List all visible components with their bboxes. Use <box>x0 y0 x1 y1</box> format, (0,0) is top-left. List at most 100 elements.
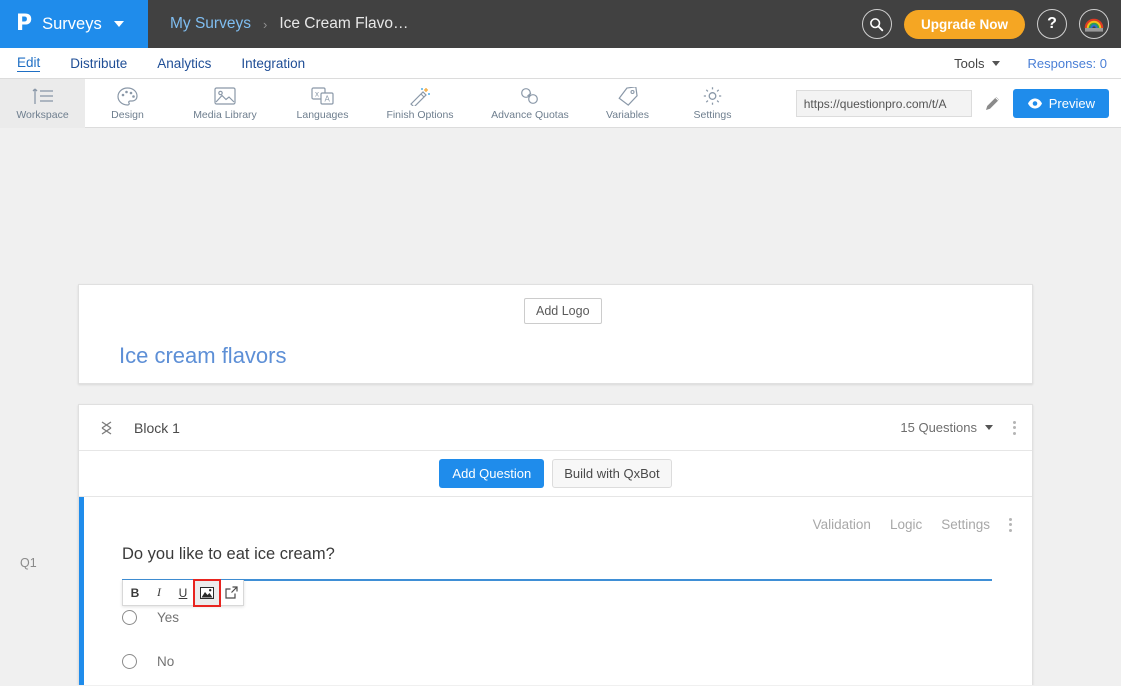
toolbar-item-media-library[interactable]: Media Library <box>170 79 280 128</box>
toolbar-item-settings[interactable]: Settings <box>670 79 755 128</box>
option-row-yes[interactable]: Yes <box>122 610 179 625</box>
top-bar: P Surveys My Surveys › Ice Cream Flavo… … <box>0 0 1121 48</box>
question-number-column <box>0 128 78 685</box>
svg-text:x: x <box>315 90 319 99</box>
insert-link-icon[interactable] <box>219 581 243 605</box>
palette-icon <box>117 86 138 106</box>
help-icon[interactable]: ? <box>1037 9 1067 39</box>
editor-toolbar: Workspace Design Media Library xA Langua… <box>0 79 1121 128</box>
insert-image-icon[interactable] <box>193 578 221 607</box>
breadcrumb: My Surveys › Ice Cream Flavo… <box>170 15 409 33</box>
question-text-underline <box>122 579 992 581</box>
add-question-button-top[interactable]: Add Question <box>439 459 545 488</box>
question-text[interactable]: Do you like to eat ice cream? <box>122 545 335 564</box>
block-title[interactable]: Block 1 <box>134 420 180 436</box>
toolbar-label-design: Design <box>111 109 144 121</box>
svg-text:A: A <box>325 95 331 104</box>
gear-icon <box>702 86 723 106</box>
toolbar-label-settings: Settings <box>693 109 732 121</box>
option-label-no[interactable]: No <box>157 654 174 669</box>
option-add-links: Add Option | Add Other | Add N/A Option <box>156 683 399 685</box>
toolbar-item-workspace[interactable]: Workspace <box>0 79 85 128</box>
avatar[interactable] <box>1079 9 1109 39</box>
top-bar-actions: Upgrade Now ? <box>861 0 1109 48</box>
question-logic-button[interactable]: Logic <box>890 517 922 532</box>
link-separator-1: | <box>227 683 231 685</box>
toolbar-label-languages: Languages <box>296 109 349 121</box>
chevron-down-icon <box>991 60 1000 66</box>
block-card: Block 1 15 Questions Add Question Build … <box>78 404 1033 685</box>
tools-menu[interactable]: Tools <box>954 55 1000 71</box>
tab-distribute[interactable]: Distribute <box>70 56 127 71</box>
option-label-yes[interactable]: Yes <box>157 610 179 625</box>
question-number-label: Q1 <box>20 556 37 570</box>
add-other-link[interactable]: Add Other <box>234 683 296 685</box>
radio-button-yes[interactable] <box>122 610 137 625</box>
translate-icon: xA <box>311 86 334 106</box>
survey-url-field[interactable]: https://questionpro.com/t/A <box>795 90 972 117</box>
tab-integration[interactable]: Integration <box>241 56 305 71</box>
workspace-icon <box>32 86 54 106</box>
block-kebab-menu-icon[interactable] <box>1013 420 1016 435</box>
survey-title[interactable]: Ice cream flavors <box>119 343 287 369</box>
breadcrumb-current-survey[interactable]: Ice Cream Flavo… <box>279 15 408 33</box>
image-icon <box>214 86 236 106</box>
survey-canvas: Q1 Add Logo Ice cream flavors Block 1 15… <box>0 128 1121 685</box>
pencil-icon[interactable] <box>983 94 1002 113</box>
toolbar-item-design[interactable]: Design <box>85 79 170 128</box>
question-validation-button[interactable]: Validation <box>813 517 871 532</box>
question-settings-button[interactable]: Settings <box>941 517 990 532</box>
tab-analytics[interactable]: Analytics <box>157 56 211 71</box>
chevron-down-icon <box>985 425 993 430</box>
tools-label: Tools <box>954 55 985 71</box>
search-icon[interactable] <box>861 9 892 39</box>
tab-edit[interactable]: Edit <box>17 55 41 72</box>
chain-link-icon <box>519 86 541 106</box>
add-na-option-link[interactable]: Add N/A Option <box>306 683 399 685</box>
italic-icon[interactable]: I <box>147 581 171 605</box>
preview-label: Preview <box>1048 96 1095 111</box>
toolbar-label-media-library: Media Library <box>193 109 257 121</box>
eye-icon <box>1027 98 1043 109</box>
toolbar-label-finish-options: Finish Options <box>386 109 454 121</box>
responses-count[interactable]: Responses: 0 <box>1028 56 1108 71</box>
radio-button-no[interactable] <box>122 654 137 669</box>
preview-button[interactable]: Preview <box>1012 89 1109 118</box>
toolbar-label-variables: Variables <box>606 109 649 121</box>
build-with-qxbot-button-top[interactable]: Build with QxBot <box>552 459 672 488</box>
app-root: P Surveys My Surveys › Ice Cream Flavo… … <box>0 0 1121 686</box>
toolbar-label-workspace: Workspace <box>16 109 69 121</box>
main-nav-tabs: Edit Distribute Analytics Integration To… <box>0 48 1121 79</box>
block-question-count[interactable]: 15 Questions <box>900 420 993 435</box>
bold-icon[interactable]: B <box>123 581 147 605</box>
question-kebab-menu-icon[interactable] <box>1009 517 1012 532</box>
bulk-edit-link[interactable]: Bulk Edit <box>947 683 1000 685</box>
upgrade-now-button[interactable]: Upgrade Now <box>903 9 1025 39</box>
rich-text-toolbar: B I U <box>122 578 244 607</box>
question-panel: Validation Logic Settings Do you like to… <box>79 497 1032 685</box>
toolbar-item-finish-options[interactable]: Finish Options <box>365 79 475 128</box>
collapse-toggle-icon[interactable] <box>99 420 113 436</box>
toolbar-label-advance-quotas: Advance Quotas <box>491 109 569 121</box>
link-separator-2: | <box>299 683 303 685</box>
block-question-count-label: 15 Questions <box>900 420 977 435</box>
toolbar-item-languages[interactable]: xA Languages <box>280 79 365 128</box>
underline-icon[interactable]: U <box>171 581 195 605</box>
tag-icon <box>617 86 638 106</box>
block-add-row-top: Add Question Build with QxBot <box>79 451 1032 497</box>
magic-wand-icon <box>409 86 431 106</box>
breadcrumb-my-surveys[interactable]: My Surveys <box>170 15 251 33</box>
add-logo-button[interactable]: Add Logo <box>524 298 602 324</box>
toolbar-right-actions: https://questionpro.com/t/A Preview <box>795 79 1109 128</box>
question-toolbar: Validation Logic Settings <box>813 517 1012 532</box>
toolbar-item-advance-quotas[interactable]: Advance Quotas <box>475 79 585 128</box>
brand-surveys-menu[interactable]: P Surveys <box>0 0 148 48</box>
block-header: Block 1 15 Questions <box>79 405 1032 451</box>
add-option-link[interactable]: Add Option <box>156 683 224 685</box>
toolbar-item-variables[interactable]: Variables <box>585 79 670 128</box>
option-row-no[interactable]: No <box>122 654 174 669</box>
survey-header-card: Add Logo Ice cream flavors <box>78 284 1033 384</box>
brand-label: Surveys <box>42 14 102 33</box>
breadcrumb-separator-icon: › <box>262 16 268 32</box>
chevron-down-icon <box>113 21 124 27</box>
